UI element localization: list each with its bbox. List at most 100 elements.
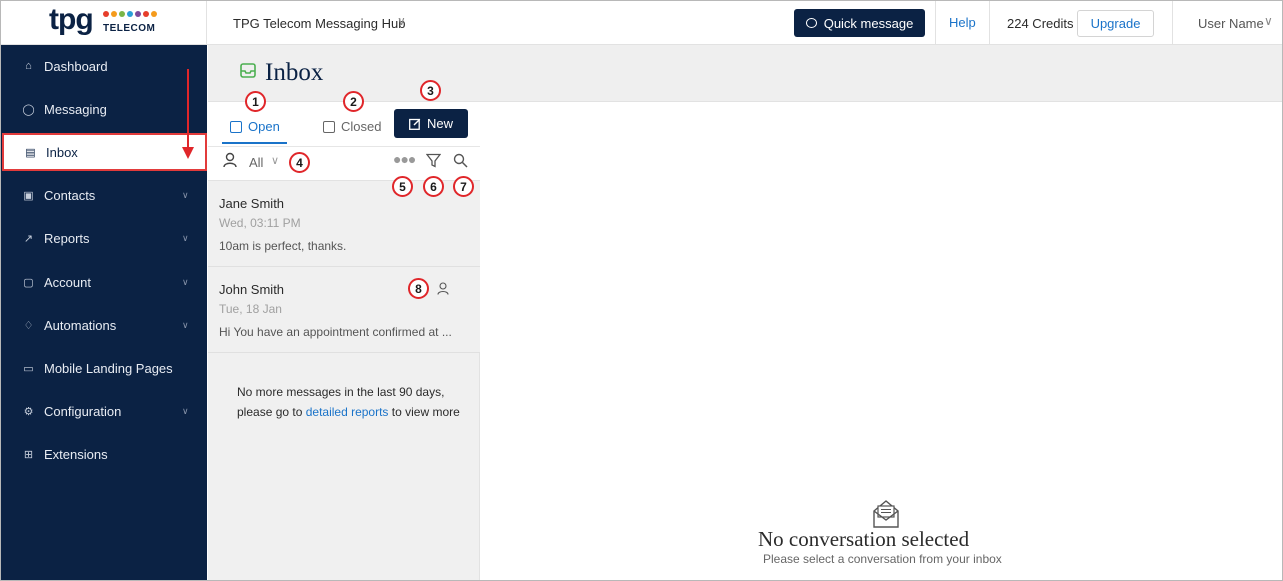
message-date: Tue, 18 Jan (219, 302, 282, 316)
sidebar-item-label: Extensions (44, 446, 108, 462)
contact-name: Jane Smith (219, 196, 285, 211)
gear-icon: ⚙ (23, 405, 34, 418)
logo-dots (103, 11, 159, 23)
logo-dot (151, 11, 157, 17)
annotation-marker: 3 (420, 80, 441, 101)
sidebar-item-label: Mobile Landing Pages (44, 360, 173, 376)
sidebar-item-label: Dashboard (44, 58, 108, 74)
logo-wordmark: tpg (49, 3, 94, 36)
new-conversation-button[interactable]: New (394, 109, 468, 138)
logo-dot (127, 11, 133, 17)
chevron-down-icon: ∨ (182, 189, 189, 200)
logo-dot (135, 11, 141, 17)
chevron-down-icon: ∨ (182, 232, 189, 243)
logo-dot (143, 11, 149, 17)
app-window: tpg TELECOM TPG Telecom Messaging Hub ∨ … (0, 0, 1283, 581)
landing-page-icon: ▭ (23, 362, 34, 375)
sidebar-item-account[interactable]: ▢ Account ∨ (1, 263, 207, 301)
sidebar-item-extensions[interactable]: ⊞ Extensions (1, 435, 207, 473)
tab-closed-label: Closed (341, 119, 382, 134)
conversation-item[interactable]: John Smith Tue, 18 Jan Hi You have an ap… (208, 267, 480, 353)
empty-state-title: No conversation selected (758, 527, 970, 551)
upgrade-button[interactable]: Upgrade (1077, 10, 1154, 37)
chevron-down-icon: ∨ (182, 405, 189, 416)
sidebar-item-label: Configuration (44, 403, 122, 419)
tab-closed[interactable]: Closed (321, 113, 386, 144)
sidebar-item-messaging[interactable]: ◯ Messaging (1, 90, 207, 128)
message-date: Wed, 03:11 PM (219, 216, 301, 230)
extensions-icon: ⊞ (23, 448, 34, 461)
hub-title[interactable]: TPG Telecom Messaging Hub (233, 16, 405, 31)
tab-open-label: Open (248, 119, 280, 134)
tab-open[interactable]: Open (222, 113, 287, 144)
annotation-marker: 7 (453, 176, 474, 197)
envelope-icon (873, 500, 899, 528)
message-snippet: 10am is perfect, thanks. (219, 239, 347, 253)
page-header (208, 45, 1282, 102)
sidebar-item-configuration[interactable]: ⚙ Configuration ∨ (1, 392, 207, 430)
divider (935, 1, 936, 45)
detailed-reports-link[interactable]: detailed reports (306, 405, 389, 419)
more-options-icon[interactable]: ●●● (393, 151, 416, 167)
sidebar-item-inbox[interactable]: ▤ Inbox (2, 133, 207, 171)
quick-message-label: Quick message (823, 15, 914, 31)
annotation-arrow (187, 69, 189, 151)
sidebar-item-dashboard[interactable]: ⌂ Dashboard (1, 47, 207, 85)
sidebar-item-reports[interactable]: ↗ Reports ∨ (1, 219, 207, 257)
sidebar-item-automations[interactable]: ♢ Automations ∨ (1, 306, 207, 344)
sidebar-item-label: Contacts (44, 187, 96, 203)
sidebar-item-label: Reports (44, 230, 90, 246)
sidebar-item-contacts[interactable]: ▣ Contacts ∨ (1, 176, 207, 214)
divider (989, 1, 990, 45)
inbox-icon (240, 63, 256, 78)
sidebar: ⌂ Dashboard ◯ Messaging ▤ Inbox ▣ Contac… (1, 45, 207, 580)
chevron-down-icon[interactable]: ∨ (271, 154, 279, 167)
automations-icon: ♢ (23, 319, 34, 332)
search-icon[interactable] (453, 153, 468, 168)
edit-icon (409, 118, 421, 130)
inbox-icon: ▤ (25, 146, 36, 159)
empty-state-subtitle: Please select a conversation from your i… (763, 552, 1002, 566)
credits-count: 224 Credits (1007, 16, 1074, 31)
annotation-marker: 4 (289, 152, 310, 173)
user-icon[interactable] (223, 152, 237, 168)
top-header: tpg TELECOM TPG Telecom Messaging Hub ∨ … (1, 1, 1282, 45)
annotation-marker: 5 (392, 176, 413, 197)
inbox-tray-icon (230, 121, 242, 133)
home-icon: ⌂ (25, 60, 32, 72)
tpg-logo[interactable]: tpg TELECOM (1, 1, 207, 45)
logo-dot (119, 11, 125, 17)
sidebar-item-label: Account (44, 274, 91, 290)
circle-icon: ◯ (22, 103, 35, 116)
chevron-down-icon: ∨ (182, 276, 189, 287)
chevron-down-icon[interactable]: ∨ (397, 14, 406, 28)
new-button-label: New (426, 116, 453, 131)
annotation-marker: 2 (343, 91, 364, 112)
divider (1172, 1, 1173, 45)
sidebar-item-label: Messaging (44, 101, 107, 117)
assignee-filter-select[interactable]: All (249, 155, 263, 170)
chart-icon: ↗ (23, 232, 34, 245)
quick-message-button[interactable]: Quick message (794, 9, 925, 37)
sidebar-item-mobile-landing-pages[interactable]: ▭ Mobile Landing Pages (1, 349, 207, 387)
account-icon: ▢ (23, 276, 34, 289)
chat-bubble-icon (805, 18, 817, 28)
list-footer-note: No more messages in the last 90 days, pl… (237, 382, 467, 422)
sidebar-item-label: Inbox (46, 144, 78, 160)
contact-name: John Smith (219, 282, 285, 297)
list-footer-text-end: to view more (388, 405, 460, 419)
annotation-marker: 6 (423, 176, 444, 197)
annotation-marker: 8 (408, 278, 429, 299)
logo-dot (103, 11, 109, 17)
assigned-user-icon (437, 282, 449, 295)
sidebar-item-label: Automations (44, 317, 117, 333)
page-title: Inbox (265, 59, 324, 86)
user-menu[interactable]: User Name (1198, 16, 1264, 31)
checkbox-icon (323, 121, 335, 133)
filter-icon[interactable] (426, 153, 441, 168)
logo-dot (111, 11, 117, 17)
help-link[interactable]: Help (949, 15, 976, 30)
chevron-down-icon[interactable]: ∨ (1264, 14, 1273, 28)
chevron-down-icon: ∨ (182, 319, 189, 330)
annotation-arrow-head (182, 147, 194, 159)
